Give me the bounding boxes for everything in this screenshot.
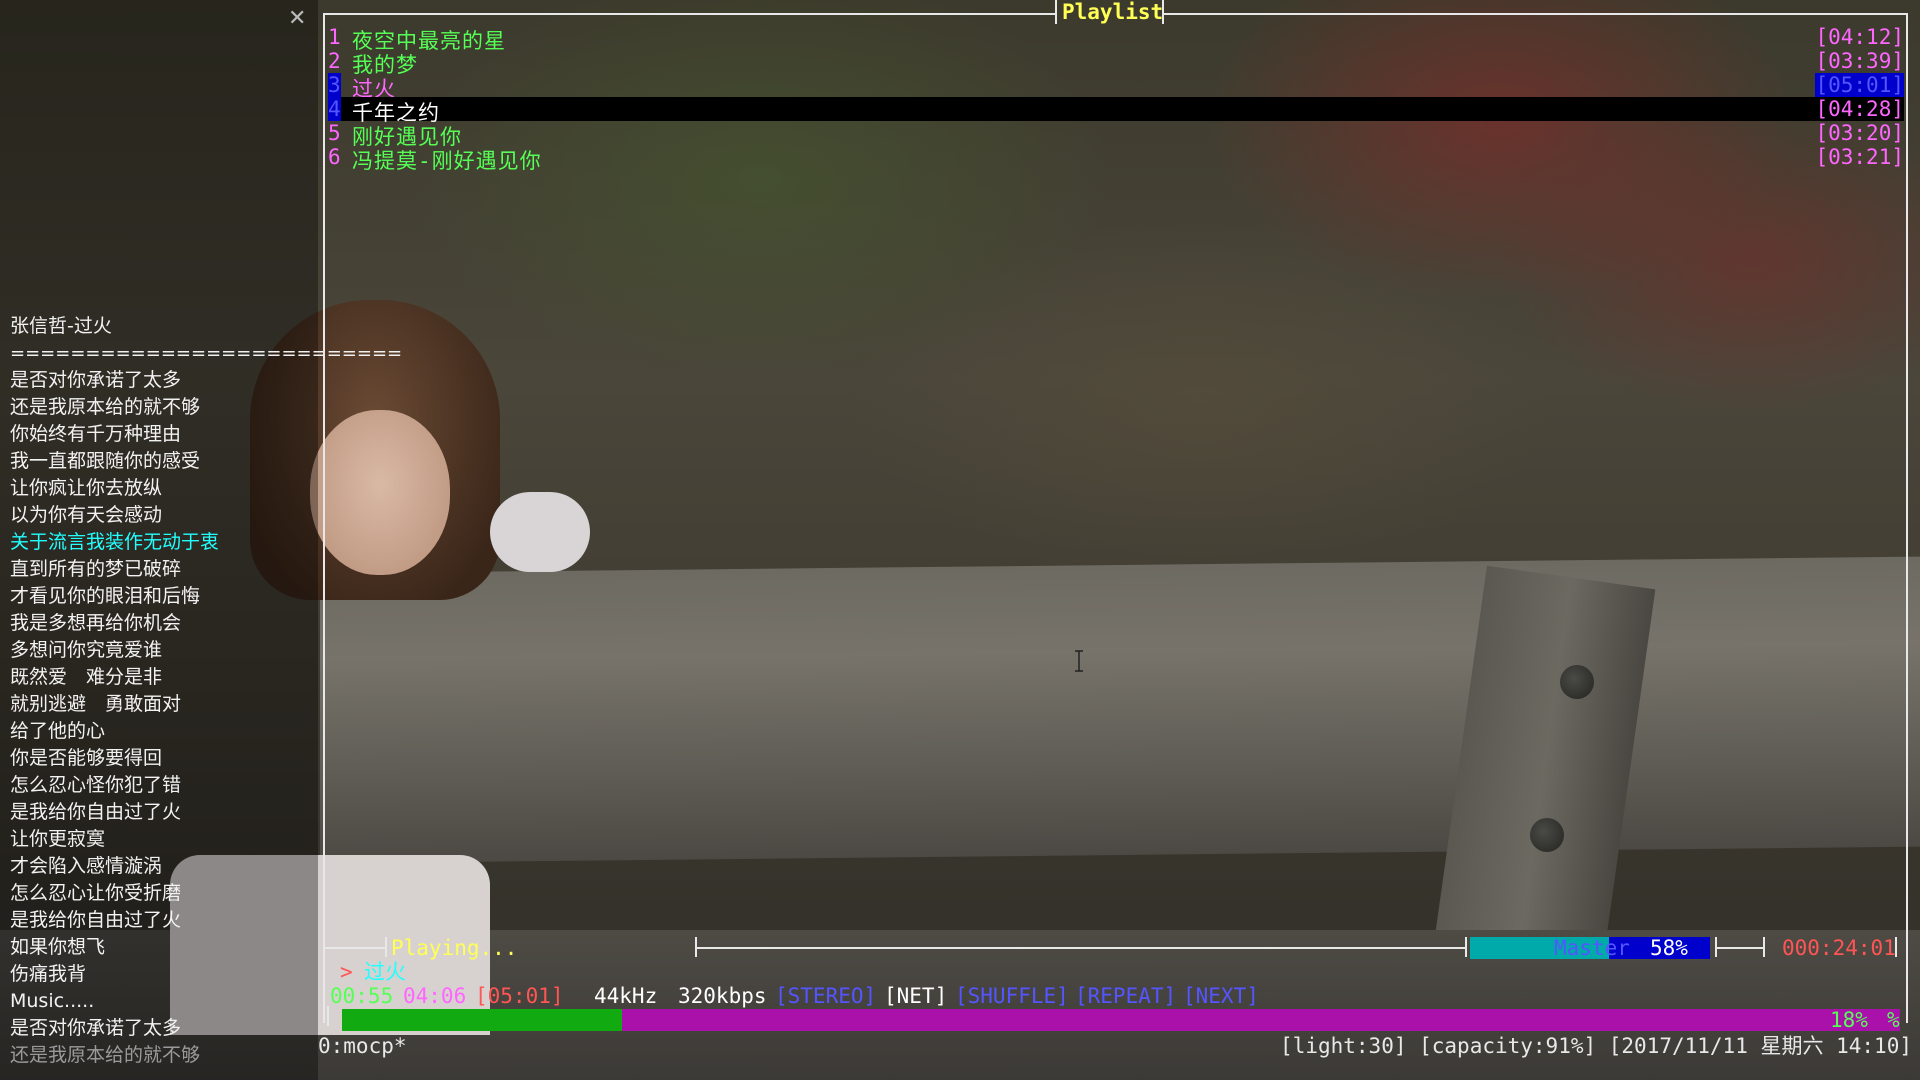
tmux-status-right: [light:30] [capacity:91%] [2017/11/11 星期… <box>1280 1034 1912 1058</box>
playlist-item-duration: [04:12] <box>1815 25 1904 49</box>
playlist-header: Playlist <box>1062 0 1164 24</box>
current-marker: > <box>340 960 353 984</box>
flag-repeat: [REPEAT] <box>1075 984 1177 1008</box>
playlist-item[interactable]: 1 夜空中最亮的星 [04:12] <box>328 25 1904 53</box>
info-border-tick <box>1895 937 1897 957</box>
playlist-item[interactable]: 2 我的梦 [03:39] <box>328 49 1904 77</box>
wallpaper-bolt <box>1530 818 1564 852</box>
progress-bar-fill <box>342 1009 623 1031</box>
playlist-item-number: 4 <box>328 97 341 121</box>
info-border-right <box>1715 947 1763 949</box>
info-border-mid <box>695 947 1465 949</box>
lyrics-line: 给了他的心 <box>10 720 106 742</box>
lyrics-line: 你始终有千万种理由 <box>10 423 182 445</box>
playlist-border-tick <box>1162 0 1164 24</box>
info-border-tick <box>1763 937 1765 957</box>
current-title: 过火 <box>364 960 406 984</box>
progress-bar[interactable]: 18% % <box>342 1008 1900 1032</box>
track-duration: [05:01] <box>475 984 564 1008</box>
playlist-item[interactable]: 3 过火 [05:01] <box>328 73 1904 101</box>
info-border-tick <box>385 937 387 957</box>
playlist-item-duration: [03:21] <box>1815 145 1904 169</box>
playlist-item-number: 6 <box>328 145 341 169</box>
lyrics-line: 是我给你自由过了火 <box>10 801 182 823</box>
playlist-border-tick <box>1055 0 1057 24</box>
playlist-item-number: 5 <box>328 121 341 145</box>
lyrics-line: 还是我原本给的就不够 <box>10 1044 201 1066</box>
player-state: Playing... <box>391 936 518 960</box>
lyrics-line: 才看见你的眼泪和后悔 <box>10 585 201 607</box>
text-cursor-icon <box>1075 650 1083 672</box>
lyrics-line: 直到所有的梦已破碎 <box>10 558 182 580</box>
playlist-item-duration: [03:39] <box>1815 49 1904 73</box>
wallpaper-bench-back <box>320 556 1920 864</box>
info-border-left <box>323 947 385 949</box>
flag-net: [NET] <box>884 984 948 1008</box>
lyrics-line: 以为你有天会感动 <box>10 504 163 526</box>
lyrics-title: 张信哲-过火 <box>10 315 112 337</box>
lyrics-line: 既然爱 难分是非 <box>10 666 163 688</box>
lyrics-line: 怎么忍心怪你犯了错 <box>10 774 182 796</box>
playlist-item[interactable]: 4 千年之约 [04:28] <box>328 97 1904 125</box>
lyrics-line: 我一直都跟随你的感受 <box>10 450 201 472</box>
wallpaper-girl-face <box>310 410 450 575</box>
lyrics-line: 如果你想飞 <box>10 936 106 958</box>
lyrics-line: 伤痛我背 <box>10 963 87 985</box>
flag-stereo: [STEREO] <box>775 984 877 1008</box>
lyrics-line: 怎么忍心让你受折磨 <box>10 882 182 904</box>
playlist-item[interactable]: 5 刚好遇见你 [03:20] <box>328 121 1904 149</box>
info-border-tick <box>1465 937 1467 957</box>
mixer-bar[interactable]: Master 58% <box>1470 936 1710 960</box>
wallpaper-girl-arm <box>490 492 590 572</box>
tmux-window-label[interactable]: 0:mocp* <box>318 1034 407 1058</box>
bitrate: 320kbps <box>678 984 767 1008</box>
flag-next: [NEXT] <box>1183 984 1259 1008</box>
playlist-item-number: 2 <box>328 49 341 73</box>
playlist-item[interactable]: 6 冯提莫-刚好遇见你 [03:21] <box>328 145 1904 173</box>
lyrics-line: 就别逃避 勇敢面对 <box>10 693 182 715</box>
lyrics-line: 才会陷入感情漩涡 <box>10 855 163 877</box>
lyrics-line: 关于流言我装作无动于衷 <box>10 531 220 553</box>
wallpaper-bolt <box>1560 665 1594 699</box>
lyrics-panel: ✕ 张信哲-过火 ========================== 是否对你… <box>0 0 402 1080</box>
progress-percent: 18% <box>1830 1008 1868 1032</box>
lyrics-separator: ========================== <box>10 343 403 364</box>
progress-percent-sign: % <box>1887 1008 1900 1032</box>
playlist-border-top-right <box>1162 13 1908 15</box>
playlist-item-duration: [04:28] <box>1815 97 1904 121</box>
playlist-border-right <box>1906 13 1908 1023</box>
lyrics-line: 让你更寂寞 <box>10 828 106 850</box>
lyrics-line: 是我给你自由过了火 <box>10 909 182 931</box>
lyrics-line: 多想问你究竟爱谁 <box>10 639 163 661</box>
progress-bar-edge <box>327 1006 329 1026</box>
lyrics-line: 是否对你承诺了太多 <box>10 1017 182 1039</box>
lyrics-line: 是否对你承诺了太多 <box>10 369 182 391</box>
playlist-border-left <box>323 13 325 1023</box>
sample-rate: 44kHz <box>594 984 658 1008</box>
remaining-time: 04:06 <box>403 984 467 1008</box>
playlist-item-number: 3 <box>328 73 341 97</box>
lyrics-line: Music..... <box>10 990 95 1012</box>
lyrics-line: 让你疯让你去放纵 <box>10 477 163 499</box>
lyrics-line: 你是否能够要得回 <box>10 747 163 769</box>
mixer-value: 58% <box>1650 936 1688 960</box>
playlist-item-duration: [05:01] <box>1815 73 1904 97</box>
total-time: 000:24:01 <box>1782 936 1896 960</box>
mixer-label: Master <box>1554 936 1630 960</box>
close-icon[interactable]: ✕ <box>288 6 306 31</box>
playlist-item-number: 1 <box>328 25 341 49</box>
lyrics-line: 我是多想再给你机会 <box>10 612 182 634</box>
flag-shuffle: [SHUFFLE] <box>955 984 1069 1008</box>
playlist-item-duration: [03:20] <box>1815 121 1904 145</box>
lyrics-line: 还是我原本给的就不够 <box>10 396 201 418</box>
playlist-border-top-left <box>323 13 1055 15</box>
playlist-item-title: 冯提莫-刚好遇见你 <box>352 149 542 173</box>
elapsed-time: 00:55 <box>330 984 394 1008</box>
